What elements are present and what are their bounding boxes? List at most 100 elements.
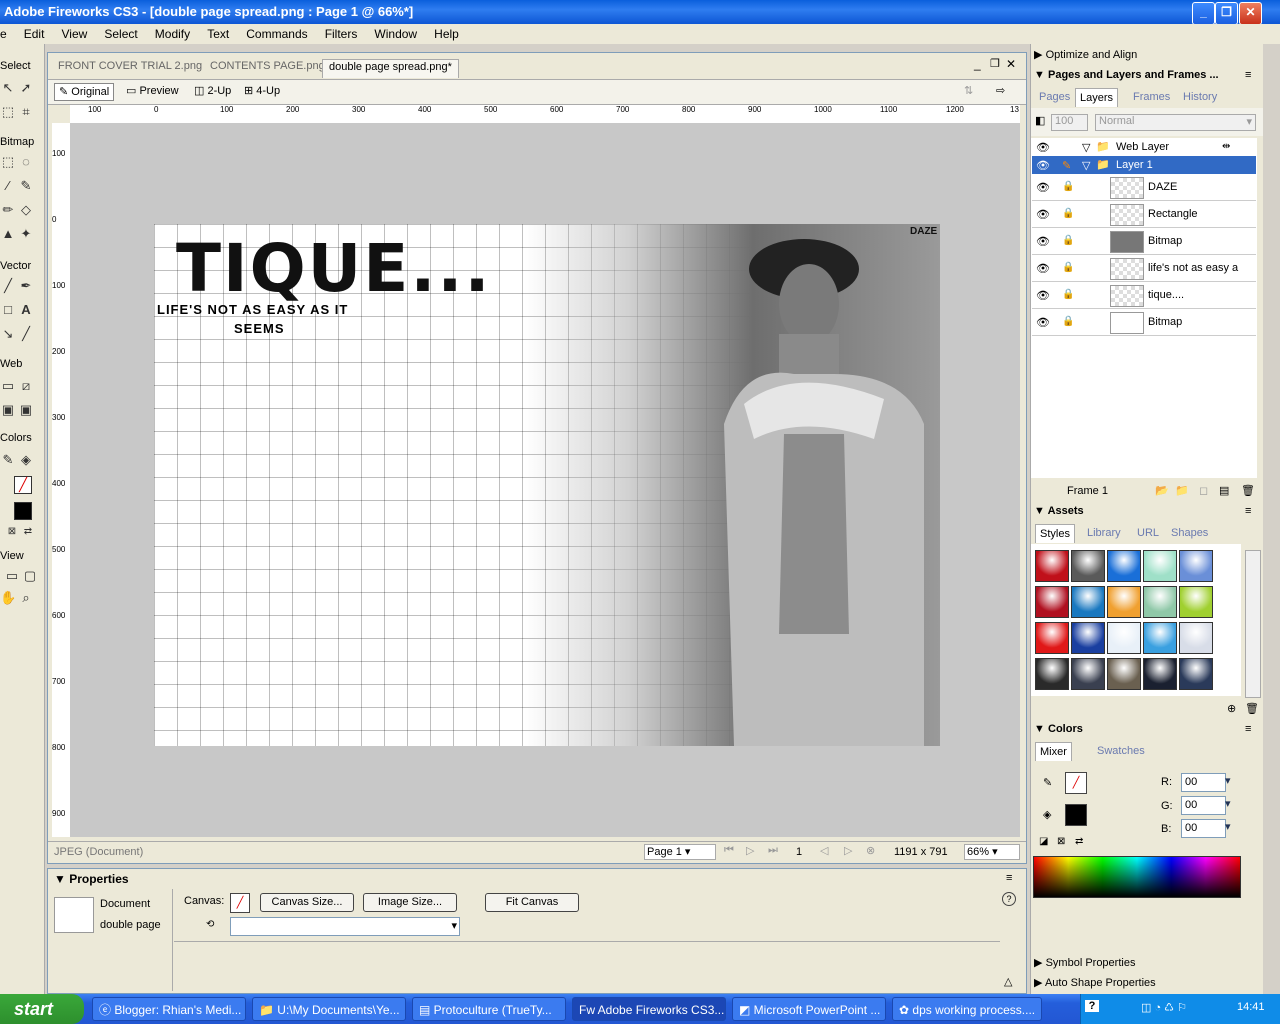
headline-text[interactable]: TIQUE... xyxy=(176,230,492,307)
swap-colors-icon[interactable]: ⇄ xyxy=(20,524,36,540)
default-colors-icon[interactable]: ◪ xyxy=(1039,836,1048,847)
layer-row[interactable]: 👁 🔒 Rectangle xyxy=(1032,201,1256,228)
no-color-icon[interactable]: ⊠ xyxy=(1057,836,1065,847)
hand-icon[interactable]: ✋ xyxy=(0,590,16,606)
eye-icon[interactable]: 👁 xyxy=(1036,141,1050,154)
style-swatch[interactable] xyxy=(1035,622,1069,654)
doc-tab-contents[interactable]: CONTENTS PAGE.png xyxy=(204,59,331,77)
stop-icon[interactable]: ⊗ xyxy=(866,844,875,857)
eye-icon[interactable]: 👁 xyxy=(1036,208,1050,221)
hide-slices-icon[interactable]: ▣ xyxy=(0,402,16,418)
style-swatch[interactable] xyxy=(1179,586,1213,618)
standard-screen-icon[interactable]: ▭ xyxy=(4,568,20,584)
lock-icon[interactable]: 🔒 xyxy=(1062,262,1074,273)
eye-icon[interactable]: 👁 xyxy=(1036,289,1050,302)
style-swatch[interactable] xyxy=(1143,658,1177,690)
eye-icon[interactable]: 👁 xyxy=(1036,181,1050,194)
style-swatch[interactable] xyxy=(1107,586,1141,618)
b-input[interactable]: 00 xyxy=(1181,819,1226,838)
layer-row[interactable]: 👁 🔒 Bitmap xyxy=(1032,309,1256,336)
style-swatch[interactable] xyxy=(1035,550,1069,582)
task-blogger[interactable]: ⓔ Blogger: Rhian's Medi... xyxy=(92,997,246,1021)
style-swatch[interactable] xyxy=(1107,658,1141,690)
style-swatch[interactable] xyxy=(1143,622,1177,654)
task-explorer[interactable]: 📁 U:\My Documents\Ye... xyxy=(252,997,406,1021)
eye-icon[interactable]: 👁 xyxy=(1036,235,1050,248)
layer-row[interactable]: 👁 🔒 tique.... xyxy=(1032,282,1256,309)
lock-icon[interactable]: 🔒 xyxy=(1062,181,1074,192)
prev-frame-icon[interactable]: ◁ xyxy=(820,844,828,857)
2up-view-button[interactable]: ◫ 2-Up xyxy=(190,83,235,99)
lock-icon[interactable]: 🔒 xyxy=(1062,235,1074,246)
export-icon[interactable]: ⇨ xyxy=(992,83,1009,99)
tab-styles[interactable]: Styles xyxy=(1035,524,1075,543)
tagline-line1[interactable]: LIFE'S NOT AS EASY AS IT xyxy=(157,302,348,317)
page-select[interactable]: Page 1 ▾ xyxy=(644,844,716,860)
menu-select[interactable]: Select xyxy=(97,24,144,41)
new-sublayer-icon[interactable]: 📂 xyxy=(1155,484,1169,497)
share-layer-icon[interactable]: ⇹ xyxy=(1222,141,1230,152)
crop-icon[interactable]: ⌗ xyxy=(18,104,34,120)
blend-mode-select[interactable]: Normal ▾ xyxy=(1095,114,1256,131)
eye-icon[interactable]: 👁 xyxy=(1036,159,1050,172)
layer-mask-icon[interactable]: ◧ xyxy=(1035,114,1045,127)
slice-icon[interactable]: ⧄ xyxy=(18,378,34,394)
subselect-icon[interactable]: ↖ xyxy=(0,80,16,96)
menu-edit[interactable]: Edit xyxy=(17,24,52,41)
restore-button[interactable]: ❐ xyxy=(1215,2,1238,25)
start-button[interactable]: start xyxy=(0,994,84,1024)
show-slices-icon[interactable]: ▣ xyxy=(18,402,34,418)
tab-library[interactable]: Library xyxy=(1083,524,1125,542)
first-frame-icon[interactable]: ⏮ xyxy=(724,844,734,857)
b-dropdown-icon[interactable]: ▾ xyxy=(1225,820,1231,833)
expand-icon[interactable]: △ xyxy=(1004,975,1012,988)
assets-header[interactable]: ▼ Assets ≡ xyxy=(1031,502,1263,520)
scale-icon[interactable]: ⬚ xyxy=(0,104,16,120)
play-icon[interactable]: ▷ xyxy=(746,844,754,857)
close-button[interactable]: ✕ xyxy=(1239,2,1262,25)
blur-icon[interactable]: ▲ xyxy=(0,226,16,242)
canvas-size-button[interactable]: Canvas Size... xyxy=(260,893,354,912)
menu-filters[interactable]: Filters xyxy=(318,24,365,41)
rectangle-icon[interactable]: □ xyxy=(0,302,16,318)
symbol-properties-header[interactable]: ▶ Symbol Properties xyxy=(1031,954,1263,972)
style-swatch[interactable] xyxy=(1107,622,1141,654)
style-swatch[interactable] xyxy=(1143,550,1177,582)
eye-icon[interactable]: 👁 xyxy=(1036,316,1050,329)
pen-icon[interactable]: ✒ xyxy=(18,278,34,294)
color-ramp[interactable] xyxy=(1033,856,1241,898)
task-dps[interactable]: ✿ dps working process.... xyxy=(892,997,1042,1021)
4up-view-button[interactable]: ⊞ 4-Up xyxy=(240,83,284,99)
menu-view[interactable]: View xyxy=(55,24,95,41)
style-swatch[interactable] xyxy=(1179,622,1213,654)
task-powerpoint[interactable]: ◩ Microsoft PowerPoint ... xyxy=(732,997,886,1021)
tab-swatches[interactable]: Swatches xyxy=(1093,742,1149,760)
menu-help[interactable]: Help xyxy=(427,24,466,41)
style-swatch[interactable] xyxy=(1035,586,1069,618)
tagline-line2[interactable]: SEEMS xyxy=(234,321,285,336)
style-swatch[interactable] xyxy=(1107,550,1141,582)
properties-options-icon[interactable]: ≡ xyxy=(1006,872,1012,884)
canvas-area[interactable]: TIQUE... LIFE'S NOT AS EASY AS IT SEEMS … xyxy=(70,123,1020,837)
layer-row[interactable]: 👁 🔒 DAZE xyxy=(1032,174,1256,201)
eyedropper-icon[interactable]: ✎ xyxy=(0,452,16,468)
help-tray-icon[interactable]: ? xyxy=(1085,1000,1099,1012)
style-swatch[interactable] xyxy=(1071,550,1105,582)
menu-text[interactable]: Text xyxy=(200,24,236,41)
artwork[interactable]: TIQUE... LIFE'S NOT AS EASY AS IT SEEMS … xyxy=(154,224,940,746)
fill-color-icon[interactable] xyxy=(14,502,32,520)
style-swatch[interactable] xyxy=(1071,622,1105,654)
optimize-panel-header[interactable]: ▶ Optimize and Align xyxy=(1031,46,1263,64)
layer-row[interactable]: 👁 🔒 Bitmap xyxy=(1032,228,1256,255)
lock-icon[interactable]: 🔒 xyxy=(1062,316,1074,327)
doc-tab-front-cover[interactable]: FRONT COVER TRIAL 2.png xyxy=(52,59,208,77)
pencil-icon[interactable]: ✏ xyxy=(0,202,16,218)
photo-figure[interactable] xyxy=(684,224,940,746)
canvas-color-swatch[interactable]: ╱ xyxy=(230,893,250,913)
tab-layers[interactable]: Layers xyxy=(1075,88,1119,107)
menu-commands[interactable]: Commands xyxy=(239,24,314,41)
help-icon[interactable]: ? xyxy=(1002,892,1016,906)
wand-icon[interactable]: ⁄ xyxy=(0,178,16,194)
style-swatch[interactable] xyxy=(1143,586,1177,618)
tray-icons[interactable]: ◫ ◔ ♺ ⚐ xyxy=(1141,1001,1187,1014)
